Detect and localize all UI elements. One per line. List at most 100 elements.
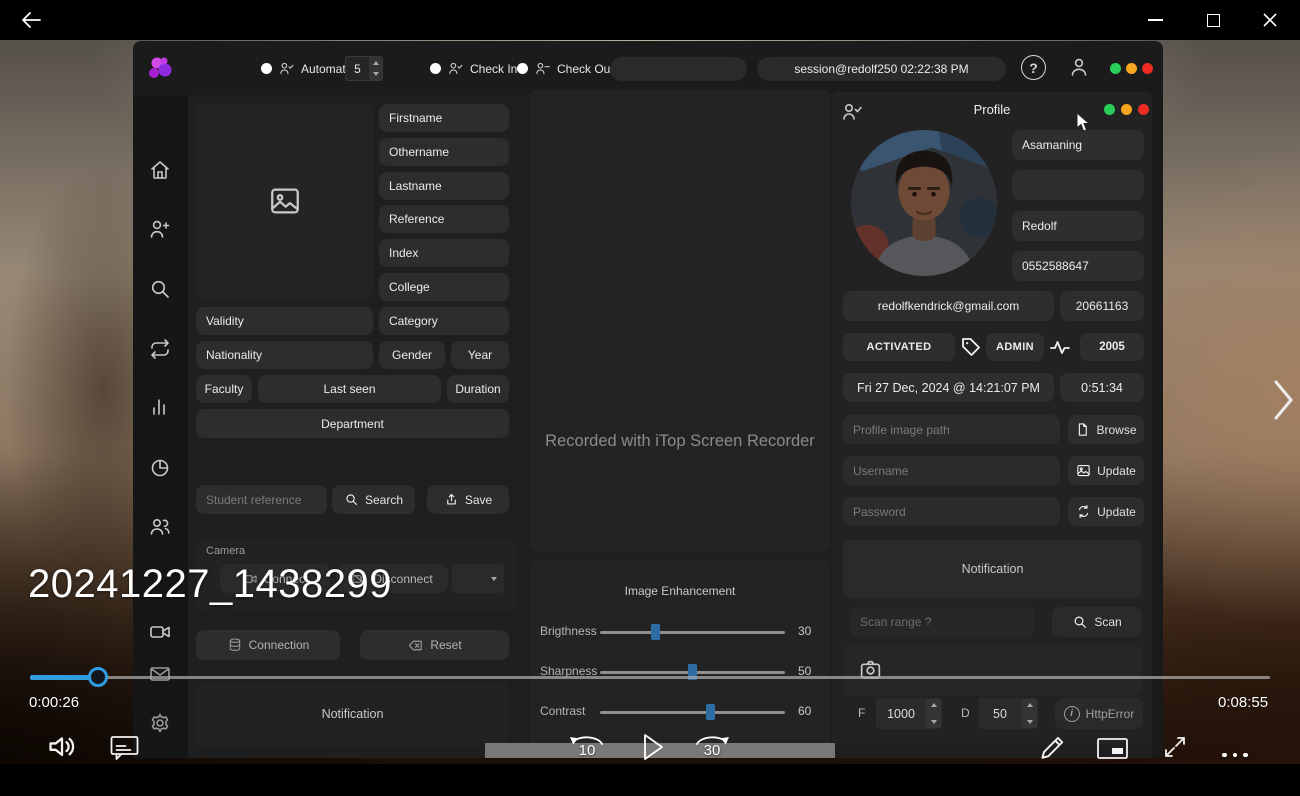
- rewind-10-button[interactable]: 10: [565, 732, 609, 759]
- lastname-field[interactable]: Lastname: [379, 172, 509, 200]
- contrast-slider[interactable]: [600, 711, 785, 714]
- timeline-track[interactable]: [30, 676, 1270, 679]
- category-field[interactable]: Category: [379, 307, 509, 335]
- othername-profile-field[interactable]: [1012, 170, 1144, 200]
- green-dot[interactable]: [1104, 104, 1115, 115]
- last-seen-field[interactable]: Last seen: [258, 375, 441, 403]
- forward-30-button[interactable]: 30: [690, 732, 734, 759]
- camera-select-dropdown[interactable]: [452, 564, 504, 593]
- more-options-button[interactable]: [1222, 744, 1248, 762]
- role-badge: ADMIN: [986, 333, 1044, 361]
- department-field[interactable]: Department: [196, 409, 509, 438]
- settings-gear-icon[interactable]: [148, 711, 172, 735]
- email-field[interactable]: redolfkendrick@gmail.com: [843, 291, 1054, 321]
- validity-field[interactable]: Validity: [196, 307, 373, 335]
- spinner-arrows[interactable]: [369, 57, 382, 80]
- viewer-panel: Recorded with iTop Screen Recorder: [530, 90, 830, 551]
- student-reference-input[interactable]: Student reference: [196, 485, 327, 514]
- slider-thumb[interactable]: [706, 704, 715, 720]
- mail-icon[interactable]: [148, 662, 172, 686]
- surname-field[interactable]: Asamaning: [1012, 130, 1144, 160]
- scan-range-input[interactable]: Scan range ?: [850, 607, 1035, 637]
- close-button[interactable]: [1258, 10, 1282, 30]
- capture-panel: [843, 645, 1142, 695]
- people-icon[interactable]: [148, 514, 172, 538]
- spinner-arrows[interactable]: [926, 699, 941, 728]
- app-topbar: Automate 5 Check In Check Out session@re…: [133, 41, 1163, 95]
- gender-field[interactable]: Gender: [379, 341, 445, 369]
- maximize-button[interactable]: [1201, 10, 1225, 30]
- duration-field[interactable]: Duration: [447, 375, 509, 403]
- index-field[interactable]: Index: [379, 239, 509, 267]
- spinner-arrows[interactable]: [1022, 699, 1037, 728]
- help-icon[interactable]: ?: [1021, 55, 1046, 80]
- volume-icon[interactable]: [46, 732, 78, 760]
- subtitles-icon[interactable]: [109, 735, 140, 761]
- profile-image-path-input[interactable]: Profile image path: [843, 415, 1060, 444]
- chevron-down-icon: [491, 577, 497, 581]
- annotate-pencil-icon[interactable]: [1036, 731, 1066, 761]
- update-image-button[interactable]: Update: [1068, 456, 1144, 485]
- user-icon[interactable]: [1067, 55, 1091, 79]
- reference-field[interactable]: Reference: [379, 205, 509, 233]
- yellow-dot[interactable]: [1126, 63, 1137, 74]
- check-in-radio[interactable]: Check In: [430, 60, 517, 77]
- username-input[interactable]: Username: [843, 456, 1060, 485]
- reset-button[interactable]: Reset: [360, 630, 509, 660]
- update-password-button[interactable]: Update: [1068, 497, 1144, 526]
- firstname-profile-field[interactable]: Redolf: [1012, 211, 1144, 241]
- slider-thumb[interactable]: [651, 624, 660, 640]
- search-icon[interactable]: [148, 277, 172, 301]
- person-add-icon[interactable]: [148, 217, 172, 241]
- faculty-field[interactable]: Faculty: [196, 375, 252, 403]
- topbar-empty-field[interactable]: [610, 57, 747, 81]
- scan-button[interactable]: Scan: [1052, 607, 1142, 637]
- check-in-label: Check In: [470, 62, 517, 76]
- brightness-slider[interactable]: [600, 631, 785, 634]
- password-input[interactable]: Password: [843, 497, 1060, 526]
- d-label: D: [961, 706, 970, 720]
- yellow-dot[interactable]: [1121, 104, 1132, 115]
- sharpness-slider[interactable]: [600, 671, 785, 674]
- back-button[interactable]: [20, 10, 42, 30]
- browse-button[interactable]: Browse: [1068, 415, 1144, 444]
- college-field[interactable]: College: [379, 273, 509, 301]
- app-logo: [147, 54, 175, 82]
- play-button[interactable]: [637, 731, 667, 763]
- video-camera-icon[interactable]: [148, 620, 172, 644]
- home-icon[interactable]: [148, 158, 172, 182]
- automate-radio[interactable]: Automate: [261, 60, 352, 77]
- phone-field[interactable]: 0552588647: [1012, 251, 1144, 281]
- file-icon: [1075, 422, 1090, 437]
- green-dot[interactable]: [1110, 63, 1121, 74]
- othername-field[interactable]: Othername: [379, 138, 509, 166]
- connection-button[interactable]: Connection: [196, 630, 340, 660]
- minimize-button[interactable]: [1143, 10, 1167, 30]
- red-dot[interactable]: [1142, 63, 1153, 74]
- red-dot[interactable]: [1138, 104, 1149, 115]
- status-badge: ACTIVATED: [843, 333, 955, 361]
- picture-in-picture-icon[interactable]: [1096, 737, 1129, 760]
- d-spinner[interactable]: 50: [978, 698, 1038, 729]
- student-photo-placeholder[interactable]: [196, 103, 373, 299]
- save-button[interactable]: Save: [427, 485, 509, 514]
- student-id-field[interactable]: 20661163: [1060, 291, 1144, 321]
- image-icon: [1076, 463, 1091, 478]
- f-spinner[interactable]: 1000: [876, 698, 942, 729]
- firstname-field[interactable]: Firstname: [379, 104, 509, 132]
- http-error-button[interactable]: i HttpError: [1055, 698, 1143, 729]
- bar-chart-icon[interactable]: [148, 395, 172, 419]
- year-field[interactable]: Year: [451, 341, 509, 369]
- search-button[interactable]: Search: [332, 485, 415, 514]
- automate-count-spinner[interactable]: 5: [345, 56, 383, 81]
- tag-icon: [959, 335, 983, 359]
- image-enhancement-panel: Image Enhancement Brigthness 30 Sharpnes…: [530, 560, 830, 758]
- pie-chart-icon[interactable]: [148, 455, 172, 479]
- repeat-icon[interactable]: [148, 337, 172, 361]
- next-chevron-icon[interactable]: [1270, 378, 1296, 422]
- nationality-field[interactable]: Nationality: [196, 341, 373, 369]
- watermark-text: Recorded with iTop Screen Recorder: [530, 432, 830, 451]
- check-out-radio[interactable]: Check Out: [517, 60, 614, 77]
- fullscreen-icon[interactable]: [1161, 733, 1189, 761]
- image-icon: [268, 184, 302, 218]
